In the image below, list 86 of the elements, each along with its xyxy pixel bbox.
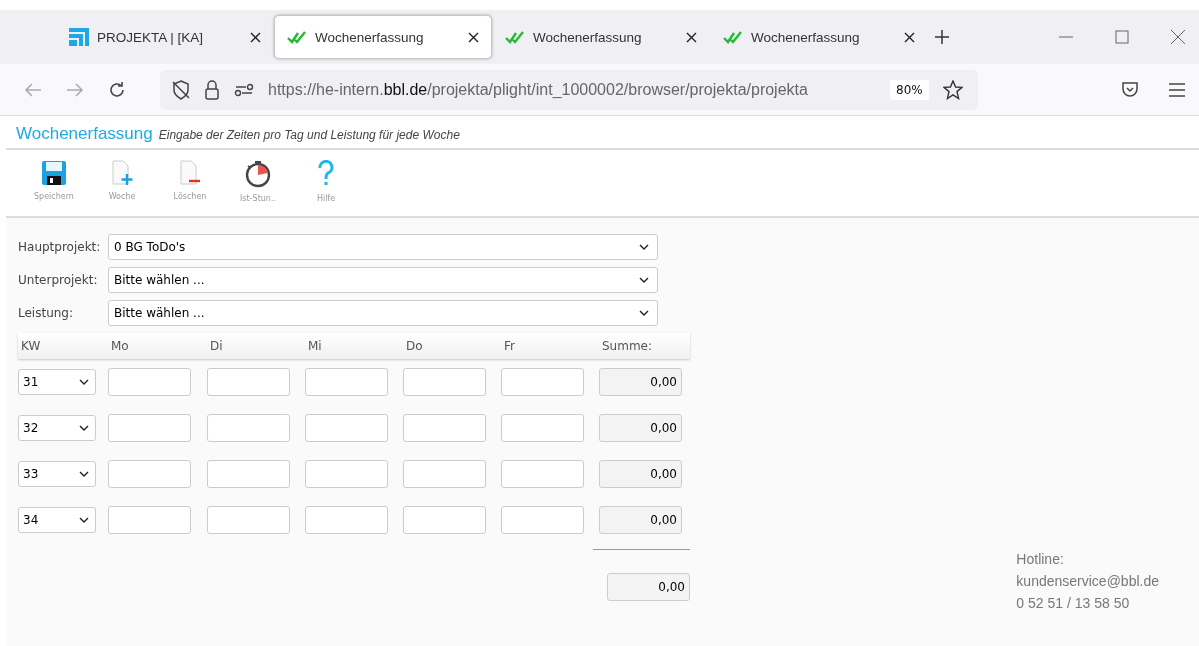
week-dropdown[interactable]: 31 (18, 369, 96, 395)
hours-field[interactable] (305, 414, 388, 442)
zoom-badge[interactable]: 80% (890, 79, 929, 100)
hours-field[interactable] (207, 506, 290, 534)
sum-field: 0,00 (599, 460, 682, 488)
double-check-icon (505, 30, 525, 44)
hours-field[interactable] (108, 506, 191, 534)
hotline-text: Hotline: (1016, 550, 1065, 569)
column-header: Mi (307, 339, 323, 353)
maximize-icon[interactable] (1115, 30, 1129, 44)
hours-field[interactable] (305, 506, 388, 534)
hours-field[interactable] (403, 414, 486, 442)
hours-field[interactable] (403, 368, 486, 396)
chevron-down-icon (79, 425, 89, 431)
chevron-down-icon (639, 244, 649, 250)
stopwatch-icon (244, 160, 272, 188)
hours-field[interactable] (305, 368, 388, 396)
dropdown[interactable]: 0 BG ToDo's (108, 234, 658, 260)
hours-field[interactable] (207, 414, 290, 442)
sum-field: 0,00 (599, 506, 682, 534)
hotline-text: kundenservice@bbl.de (1016, 572, 1159, 591)
browser-tab[interactable]: PROJEKTA | [KA] (56, 15, 274, 59)
page-subtitle: Eingabe der Zeiten pro Tag und Leistung für jede Woche (158, 128, 460, 142)
remove-page-icon (177, 160, 203, 186)
shield-icon[interactable] (172, 79, 190, 100)
column-header: Mo (110, 339, 130, 353)
hours-field[interactable] (305, 460, 388, 488)
week-dropdown[interactable]: 32 (18, 415, 96, 441)
hours-field[interactable] (108, 414, 191, 442)
chevron-down-icon (639, 277, 649, 283)
sum-field: 0,00 (599, 414, 682, 442)
hours-field[interactable] (403, 506, 486, 534)
double-check-icon (723, 30, 743, 44)
close-icon[interactable] (1171, 30, 1185, 44)
hours-field[interactable] (501, 414, 584, 442)
column-header: Do (405, 339, 424, 353)
hours-field[interactable] (403, 460, 486, 488)
column-header: Summe: (601, 339, 654, 353)
logo-icon (69, 28, 89, 46)
hours-field[interactable] (108, 368, 191, 396)
close-tab-icon[interactable] (468, 31, 479, 43)
forward-icon[interactable] (66, 81, 84, 98)
week-dropdown[interactable]: 34 (18, 507, 96, 533)
pocket-icon[interactable] (1121, 80, 1139, 99)
field-label: Hauptprojekt: (18, 240, 102, 254)
sum-field: 0,00 (599, 368, 682, 396)
hours-field[interactable] (501, 368, 584, 396)
column-header: Fr (503, 339, 516, 353)
chevron-down-icon (79, 379, 89, 385)
column-header: Di (209, 339, 224, 353)
hours-field[interactable] (207, 368, 290, 396)
lock-icon (204, 79, 220, 100)
dropdown[interactable]: Bitte wählen ... (108, 300, 658, 326)
close-tab-icon[interactable] (904, 31, 915, 43)
page-title: Wochenerfassung (16, 124, 153, 144)
browser-tab[interactable]: Wochenerfassung (492, 15, 710, 59)
back-icon[interactable] (24, 81, 42, 98)
browser-tab[interactable]: Wochenerfassung (710, 15, 928, 59)
column-header: KW (20, 339, 42, 353)
hours-field[interactable] (501, 506, 584, 534)
close-tab-icon[interactable] (686, 31, 697, 43)
permissions-icon[interactable] (234, 82, 254, 97)
chevron-down-icon (79, 471, 89, 477)
chevron-down-icon (79, 517, 89, 523)
browser-tab[interactable]: Wochenerfassung (274, 15, 492, 59)
field-label: Unterprojekt: (18, 273, 99, 287)
address-bar[interactable]: https://he-intern.bbl.de/projekta/plight/int_1000002/browser/projekta/projekta 80% (160, 69, 978, 110)
hours-field[interactable] (501, 460, 584, 488)
dropdown[interactable]: Bitte wählen ... (108, 267, 658, 293)
add-page-icon (109, 160, 135, 186)
hours-field[interactable] (207, 460, 290, 488)
field-label: Leistung: (18, 306, 75, 320)
reload-icon[interactable] (108, 80, 126, 99)
url-text[interactable]: https://he-intern.bbl.de/projekta/plight/int_1000002/browser/projekta/projekta (268, 80, 876, 99)
close-tab-icon[interactable] (250, 31, 261, 43)
total-field: 0,00 (607, 573, 690, 601)
chevron-down-icon (639, 310, 649, 316)
hotline-text: 0 52 51 / 13 58 50 (1016, 594, 1131, 613)
star-icon[interactable] (942, 79, 963, 100)
week-dropdown[interactable]: 33 (18, 461, 96, 487)
hours-field[interactable] (108, 460, 191, 488)
floppy-icon (41, 160, 67, 186)
menu-icon[interactable] (1169, 82, 1185, 97)
help-icon (317, 160, 335, 188)
double-check-icon (287, 30, 307, 44)
new-tab-icon[interactable] (934, 29, 950, 45)
